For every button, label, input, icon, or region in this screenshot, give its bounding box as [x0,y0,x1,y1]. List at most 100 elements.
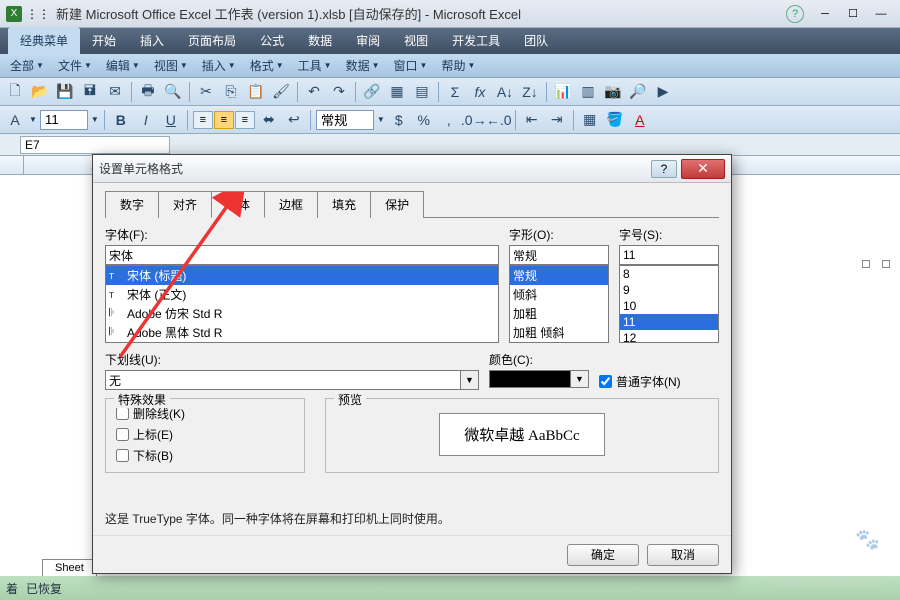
saveas-icon[interactable]: 🖬 [79,81,101,103]
list-item[interactable]: 加粗 [510,304,608,323]
font-list-item[interactable]: 𝄆Adobe 黑体 Std R [106,323,498,342]
list-item[interactable]: 10 [620,298,718,314]
currency-icon[interactable]: $ [388,109,410,131]
list-item[interactable]: 9 [620,282,718,298]
comma-icon[interactable]: , [438,109,460,131]
hyperlink-icon[interactable]: 🔗 [361,81,383,103]
color-combo[interactable]: ▼ [489,370,589,388]
macros-icon[interactable]: ▶ [652,81,674,103]
tab-fill[interactable]: 填充 [317,191,371,218]
ok-button[interactable]: 确定 [567,544,639,566]
chevron-down-icon[interactable]: ▼ [29,115,37,124]
menu-file[interactable]: 文件▼ [52,54,98,77]
font-name-input[interactable] [105,245,499,265]
align-center-icon[interactable]: ≡ [214,111,234,129]
italic-icon[interactable]: I [135,109,157,131]
font-list-item[interactable]: ᴛ宋体 (标题) [106,266,498,285]
menu-data[interactable]: 数据▼ [340,54,386,77]
select-all-corner[interactable] [0,156,24,174]
cancel-button[interactable]: 取消 [647,544,719,566]
underline-icon[interactable]: U [160,109,182,131]
menu-edit[interactable]: 编辑▼ [100,54,146,77]
chevron-down-icon[interactable]: ▼ [91,115,99,124]
redo-icon[interactable]: ↷ [328,81,350,103]
tab-review[interactable]: 审阅 [344,27,392,54]
decrease-decimal-icon[interactable]: ←.0 [488,109,510,131]
sort-asc-icon[interactable]: A↓ [494,81,516,103]
tab-page-layout[interactable]: 页面布局 [176,27,248,54]
paste-icon[interactable]: 📋 [245,81,267,103]
preview-icon[interactable]: 🔍 [162,81,184,103]
dialog-title-bar[interactable]: 设置单元格格式 ? ✕ [93,155,731,183]
tab-home[interactable]: 开始 [80,27,128,54]
percent-icon[interactable]: % [413,109,435,131]
menu-all[interactable]: 全部▼ [4,54,50,77]
list-item[interactable]: 12 [620,330,718,343]
fill-color-icon[interactable]: 🪣 [604,109,626,131]
tab-number[interactable]: 数字 [105,191,159,218]
font-size-input[interactable] [40,110,88,130]
cut-icon[interactable]: ✂ [195,81,217,103]
tab-font[interactable]: 字体 [211,191,265,218]
underline-input[interactable] [105,370,461,390]
format-painter-icon[interactable]: 🖌 [270,81,292,103]
undo-icon[interactable]: ↶ [303,81,325,103]
help-icon[interactable]: ? [786,5,804,23]
tab-team[interactable]: 团队 [512,27,560,54]
chevron-down-icon[interactable]: ▼ [571,370,589,388]
font-style-list[interactable]: 常规 倾斜 加粗 加粗 倾斜 [509,265,609,343]
font-size-list[interactable]: 8 9 10 11 12 14 [619,265,719,343]
tab-data[interactable]: 数据 [296,27,344,54]
merge-icon[interactable]: ▤ [411,81,433,103]
increase-decimal-icon[interactable]: .0→ [463,109,485,131]
fx-icon[interactable]: fx [469,81,491,103]
tab-alignment[interactable]: 对齐 [158,191,212,218]
name-box[interactable] [20,136,170,154]
qat-handle[interactable]: ⋮⋮ [26,7,46,21]
sheet-tab[interactable]: Sheet [42,559,97,576]
sort-desc-icon[interactable]: Z↓ [519,81,541,103]
indent-increase-icon[interactable]: ⇥ [546,109,568,131]
align-right-icon[interactable]: ≡ [235,111,255,129]
menu-help[interactable]: 帮助▼ [435,54,481,77]
font-icon[interactable]: A [4,109,26,131]
superscript-checkbox[interactable]: 上标(E) [116,426,294,443]
new-icon[interactable]: 🗋 [4,81,26,103]
tab-developer[interactable]: 开发工具 [440,27,512,54]
chart-icon[interactable]: 📊 [552,81,574,103]
tab-border[interactable]: 边框 [264,191,318,218]
open-icon[interactable]: 📂 [29,81,51,103]
font-list-item[interactable]: 𝄆Adobe 楷体 Std R [106,342,498,343]
menu-tools[interactable]: 工具▼ [292,54,338,77]
mail-icon[interactable]: ✉ [104,81,126,103]
dialog-help-button[interactable]: ? [651,160,677,178]
list-item[interactable]: 倾斜 [510,285,608,304]
font-style-input[interactable] [509,245,609,265]
merge-center-icon[interactable]: ⬌ [258,109,280,131]
resize-handle[interactable] [882,260,890,268]
font-list-item[interactable]: 𝄆Adobe 仿宋 Std R [106,304,498,323]
copy-icon[interactable]: ⎘ [220,81,242,103]
tab-view[interactable]: 视图 [392,27,440,54]
font-list[interactable]: ᴛ宋体 (标题) ᴛ宋体 (正文) 𝄆Adobe 仿宋 Std R 𝄆Adobe… [105,265,499,343]
indent-decrease-icon[interactable]: ⇤ [521,109,543,131]
dialog-close-button[interactable]: ✕ [681,159,725,179]
list-item[interactable]: 常规 [510,266,608,285]
list-item[interactable]: 11 [620,314,718,330]
font-size-input-dlg[interactable] [619,245,719,265]
restore-button[interactable]: ☐ [840,5,866,23]
underline-combo[interactable]: ▼ [105,370,479,390]
deactivate-button[interactable]: — [868,5,894,23]
font-color-icon[interactable]: A [629,109,651,131]
save-icon[interactable]: 💾 [54,81,76,103]
font-list-item[interactable]: ᴛ宋体 (正文) [106,285,498,304]
bold-icon[interactable]: B [110,109,132,131]
minimize-button[interactable]: ─ [812,5,838,23]
subscript-checkbox[interactable]: 下标(B) [116,447,294,464]
list-item[interactable]: 加粗 倾斜 [510,323,608,342]
menu-format[interactable]: 格式▼ [244,54,290,77]
print-icon[interactable]: 🖶 [137,81,159,103]
borders-icon[interactable]: ▦ [579,109,601,131]
normal-font-checkbox[interactable]: 普通字体(N) [599,373,681,390]
normal-font-check[interactable] [599,375,612,388]
